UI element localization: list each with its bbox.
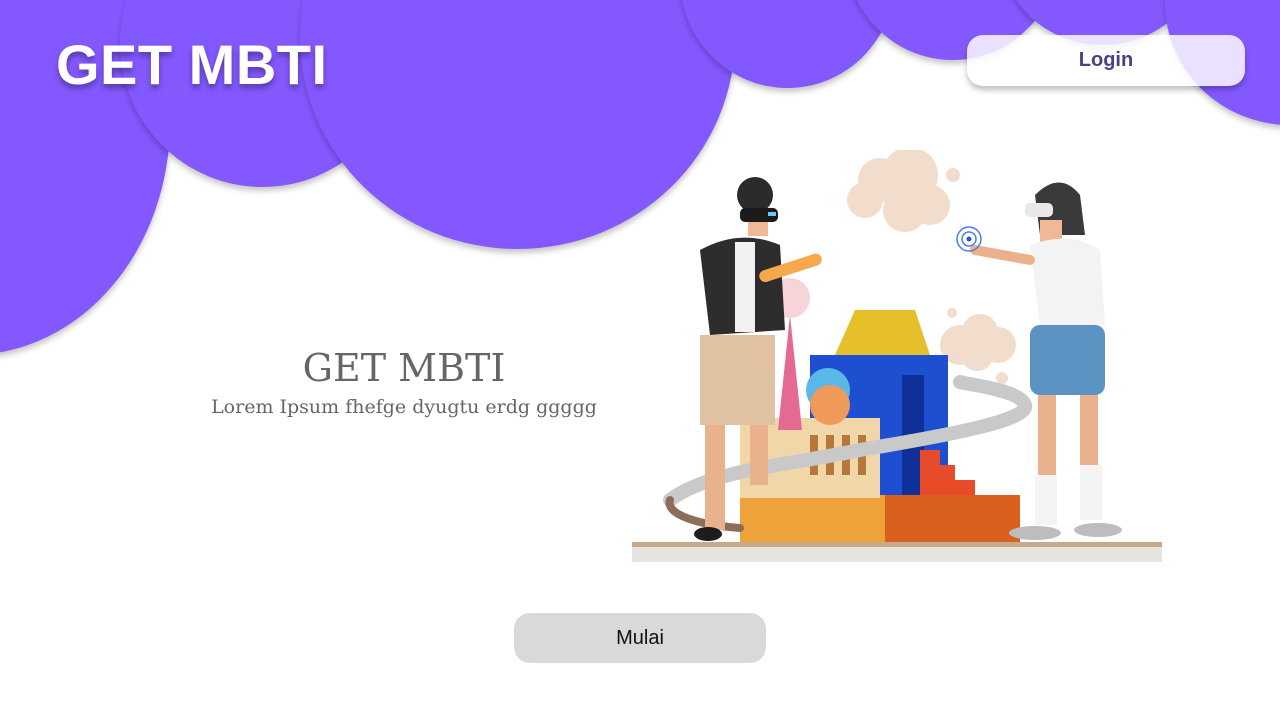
brand-logo-text: GET MBTI [56, 33, 328, 96]
puffy-cloud-small-icon [940, 308, 1016, 384]
hero-title: GET MBTI [302, 346, 506, 390]
pink-cone [778, 315, 802, 430]
hero-illustration [632, 150, 1162, 562]
start-button[interactable]: Mulai [514, 613, 766, 663]
puffy-cloud-icon [847, 150, 960, 232]
login-button[interactable]: Login [967, 35, 1245, 86]
orange-sphere [810, 385, 850, 425]
yellow-roof [835, 310, 930, 355]
red-block [885, 495, 1020, 542]
touch-ripple-icon [956, 226, 982, 252]
floor-edge [632, 542, 1162, 547]
landing-page: GET MBTI Login GET MBTI Lorem Ipsum fhef… [0, 0, 1280, 720]
hero-subtitle: Lorem Ipsum fhefge dyugtu erdg ggggg [211, 396, 597, 418]
